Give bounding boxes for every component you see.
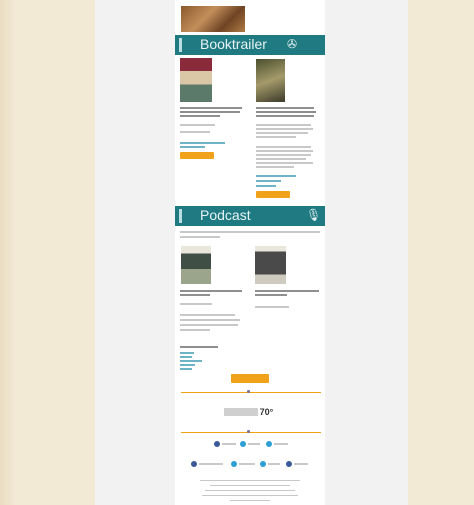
podcast-meta xyxy=(255,306,289,308)
section-divider xyxy=(181,432,321,433)
podcast-description xyxy=(180,319,240,321)
footer-line xyxy=(202,495,298,496)
social-label[interactable] xyxy=(239,463,255,465)
book-title xyxy=(180,115,220,117)
book-description xyxy=(256,162,313,164)
footer-line xyxy=(200,480,300,481)
podcast-description xyxy=(180,329,210,331)
podcast-description xyxy=(180,314,235,316)
platform-link[interactable] xyxy=(180,356,192,358)
book-description xyxy=(256,146,311,148)
divider-dot xyxy=(247,430,250,433)
book-author xyxy=(180,124,215,126)
platform-link[interactable] xyxy=(180,364,195,366)
book-link[interactable] xyxy=(256,180,281,182)
platform-link[interactable] xyxy=(180,368,192,370)
book-description xyxy=(256,166,294,168)
social-label[interactable] xyxy=(199,463,223,465)
book-description xyxy=(256,136,296,138)
youtube-icon[interactable] xyxy=(231,461,237,467)
platforms-label xyxy=(180,346,218,348)
podcast-title: Podcast xyxy=(200,207,251,223)
book-title xyxy=(180,111,240,113)
book-title xyxy=(256,115,314,117)
twitter-icon[interactable] xyxy=(240,441,246,447)
background-shade xyxy=(0,0,16,505)
telegram-icon[interactable] xyxy=(266,441,272,447)
book-meta xyxy=(180,131,210,133)
watch-button[interactable] xyxy=(256,191,290,198)
header-accent xyxy=(179,209,182,223)
podcast-cover[interactable] xyxy=(255,246,286,284)
podcast-intro xyxy=(180,231,320,233)
social-label[interactable] xyxy=(294,463,308,465)
microphone-icon: 🎙 xyxy=(306,208,322,222)
social-label[interactable] xyxy=(274,443,288,445)
publisher-logo[interactable]: 70° xyxy=(224,407,273,417)
book-description xyxy=(256,154,311,156)
film-reel-icon: ✇ xyxy=(287,37,298,51)
podcast-cover[interactable] xyxy=(181,246,211,284)
podcast-description xyxy=(180,324,238,326)
book-description xyxy=(256,128,313,130)
facebook-icon[interactable] xyxy=(214,441,220,447)
instagram-icon[interactable] xyxy=(260,461,266,467)
linkedin-icon[interactable] xyxy=(191,461,197,467)
book-description xyxy=(256,132,308,134)
section-divider xyxy=(181,392,321,393)
booktrailer-header: Booktrailer ✇ xyxy=(175,35,325,55)
podcast-title xyxy=(255,294,287,296)
booktrailer-title: Booktrailer xyxy=(200,36,267,52)
social-label[interactable] xyxy=(268,463,280,465)
footer-line xyxy=(210,485,290,486)
book-title xyxy=(180,107,242,109)
book-description xyxy=(256,158,306,160)
book-description xyxy=(256,124,311,126)
podcast-title xyxy=(180,294,210,296)
book-description xyxy=(256,150,313,152)
all-podcasts-button[interactable] xyxy=(231,374,269,383)
book-cover[interactable] xyxy=(256,59,285,102)
social-label[interactable] xyxy=(248,443,260,445)
podcast-intro xyxy=(180,236,220,238)
book-link[interactable] xyxy=(180,146,205,148)
watch-button[interactable] xyxy=(180,152,214,159)
podcast-meta xyxy=(180,303,212,305)
book-title xyxy=(256,107,314,109)
spotify-icon[interactable] xyxy=(286,461,292,467)
book-link[interactable] xyxy=(180,142,225,144)
social-label[interactable] xyxy=(222,443,236,445)
anniversary-badge: 70° xyxy=(259,407,274,417)
book-title xyxy=(256,111,316,113)
podcast-header: Podcast 🎙 xyxy=(175,206,325,226)
header-image xyxy=(181,6,245,32)
book-cover[interactable] xyxy=(180,58,212,102)
platform-link[interactable] xyxy=(180,360,202,362)
podcast-title xyxy=(180,290,242,292)
footer-line xyxy=(205,490,295,491)
podcast-title xyxy=(255,290,319,292)
header-accent xyxy=(179,38,182,52)
publisher-wordmark xyxy=(224,408,258,416)
book-link[interactable] xyxy=(256,175,296,177)
platform-link[interactable] xyxy=(180,352,194,354)
book-link[interactable] xyxy=(256,185,276,187)
divider-dot xyxy=(247,390,250,393)
footer-line xyxy=(230,500,270,501)
